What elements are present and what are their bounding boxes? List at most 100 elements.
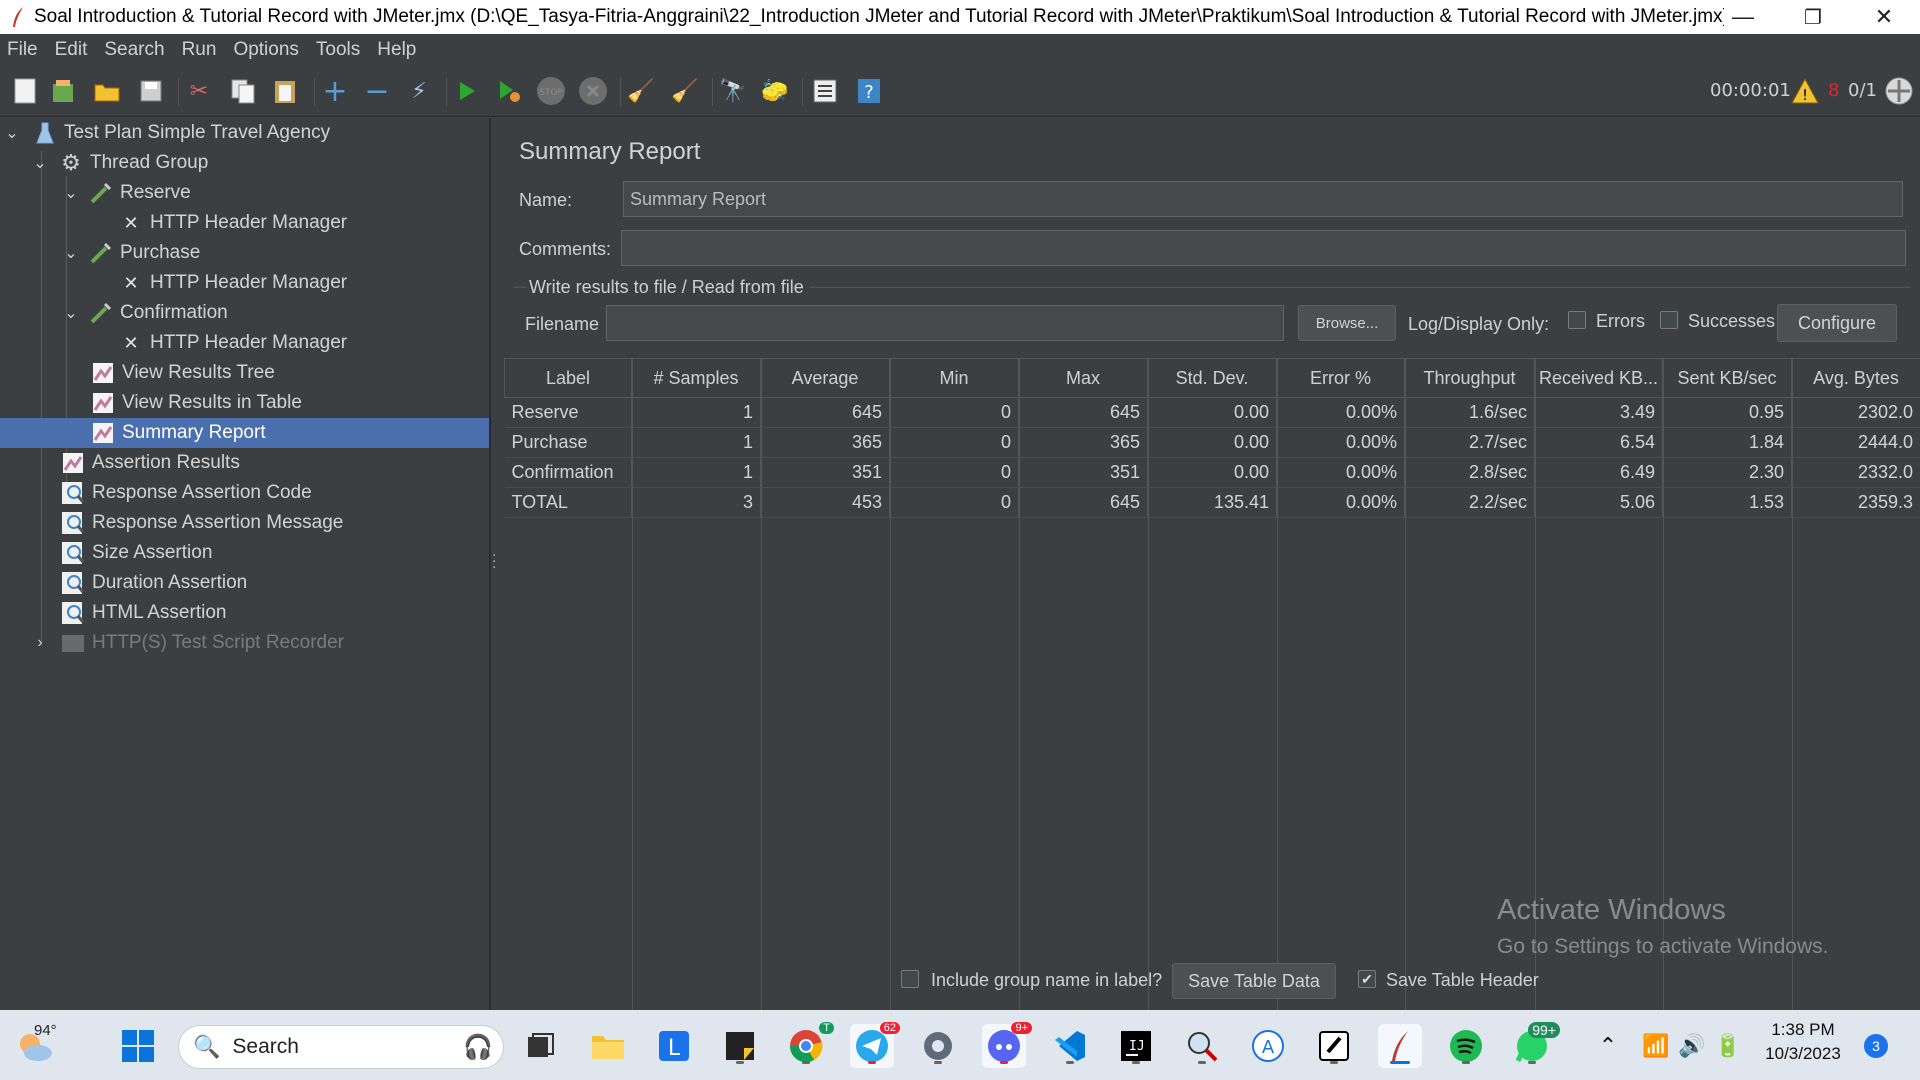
- menu-file[interactable]: File: [7, 39, 38, 61]
- filename-field[interactable]: [606, 305, 1284, 341]
- tree-response-assertion-message[interactable]: Response Assertion Message: [60, 508, 343, 538]
- expand-icon[interactable]: +: [320, 74, 350, 109]
- browse-button[interactable]: Browse...: [1298, 305, 1396, 341]
- menu-options[interactable]: Options: [233, 39, 298, 61]
- name-field[interactable]: Summary Report: [623, 181, 1903, 217]
- column-header[interactable]: Avg. Bytes: [1791, 358, 1920, 398]
- clear-icon[interactable]: 🧹: [626, 76, 656, 106]
- column-header[interactable]: Received KB...: [1534, 358, 1663, 398]
- new-icon[interactable]: [10, 76, 40, 106]
- open-icon[interactable]: [92, 76, 122, 106]
- taskbar-search[interactable]: 🔍 Search 🎧: [178, 1025, 504, 1069]
- tree-reserve-sampler[interactable]: Reserve: [88, 178, 191, 208]
- menu-tools[interactable]: Tools: [316, 39, 360, 61]
- chrome-icon[interactable]: T: [784, 1022, 834, 1068]
- copy-icon[interactable]: [228, 76, 258, 106]
- notion-icon[interactable]: [1312, 1024, 1356, 1068]
- telegram-icon[interactable]: 62: [850, 1022, 900, 1068]
- battery-icon[interactable]: 🔋: [1706, 1024, 1750, 1068]
- shutdown-icon[interactable]: [578, 76, 608, 106]
- tree-response-assertion-code[interactable]: Response Assertion Code: [60, 478, 312, 508]
- chevron-down-icon[interactable]: ⌄: [63, 305, 79, 322]
- tree-reserve-header-manager[interactable]: ✕ HTTP Header Manager: [118, 208, 347, 238]
- remote-globe-icon[interactable]: [1884, 76, 1914, 106]
- jmeter-taskbar-icon[interactable]: [1378, 1024, 1422, 1068]
- windows-start-icon[interactable]: [116, 1024, 160, 1068]
- tree-confirmation-header-manager[interactable]: ✕ HTTP Header Manager: [118, 328, 347, 358]
- reset-search-icon[interactable]: 🧽: [760, 76, 790, 106]
- comments-field[interactable]: [621, 230, 1906, 266]
- clock-time[interactable]: 1:38 PM: [1760, 1020, 1846, 1040]
- chevron-up-icon[interactable]: ⌃: [1586, 1024, 1630, 1068]
- warning-icon[interactable]: !: [1790, 76, 1820, 106]
- tree-size-assertion[interactable]: Size Assertion: [60, 538, 212, 568]
- menu-run[interactable]: Run: [182, 39, 217, 61]
- toggle-icon[interactable]: ⚡: [404, 76, 434, 106]
- menu-help[interactable]: Help: [377, 39, 416, 61]
- sticky-notes-icon[interactable]: [718, 1024, 762, 1068]
- magnifier-app-icon[interactable]: [1180, 1024, 1224, 1068]
- table-row[interactable]: Reserve 1 645 0 645 0.00 0.00% 1.6/sec 3…: [504, 397, 1920, 428]
- column-header[interactable]: Min: [889, 358, 1019, 398]
- vscode-icon[interactable]: [1048, 1024, 1092, 1068]
- paste-icon[interactable]: [270, 76, 300, 106]
- configure-button[interactable]: Configure: [1777, 304, 1897, 342]
- settings-gear-icon[interactable]: [916, 1024, 960, 1068]
- lark-icon[interactable]: L: [652, 1024, 696, 1068]
- tree-test-plan[interactable]: Test Plan Simple Travel Agency: [32, 118, 330, 148]
- file-explorer-icon[interactable]: [586, 1024, 630, 1068]
- tree-purchase-sampler[interactable]: Purchase: [88, 238, 200, 268]
- tree-summary-report[interactable]: Summary Report: [0, 418, 489, 448]
- chevron-down-icon[interactable]: ⌄: [63, 185, 79, 202]
- app-store-icon[interactable]: A: [1246, 1024, 1290, 1068]
- tree-html-assertion[interactable]: HTML Assertion: [60, 598, 226, 628]
- close-button[interactable]: ✕: [1855, 0, 1913, 34]
- column-header[interactable]: Max: [1018, 358, 1148, 398]
- successes-checkbox[interactable]: [1660, 311, 1678, 329]
- minimize-button[interactable]: —: [1714, 0, 1772, 34]
- column-header[interactable]: Sent KB/sec: [1662, 358, 1792, 398]
- start-icon[interactable]: [452, 76, 482, 106]
- cut-icon[interactable]: ✂: [184, 76, 214, 106]
- tree-view-results-tree[interactable]: View Results Tree: [90, 358, 275, 388]
- spotify-icon[interactable]: [1444, 1024, 1488, 1068]
- help-icon[interactable]: ?: [854, 76, 884, 106]
- column-header[interactable]: Label: [504, 358, 632, 398]
- start-no-pauses-icon[interactable]: [494, 76, 524, 106]
- search-binoculars-icon[interactable]: 🔭: [718, 76, 748, 106]
- notification-count[interactable]: 3: [1864, 1034, 1888, 1058]
- column-header[interactable]: Throughput: [1404, 358, 1535, 398]
- column-header[interactable]: Average: [760, 358, 890, 398]
- restore-button[interactable]: ❐: [1784, 0, 1842, 34]
- tree-assertion-results[interactable]: Assertion Results: [60, 448, 240, 478]
- tree-duration-assertion[interactable]: Duration Assertion: [60, 568, 247, 598]
- menu-edit[interactable]: Edit: [55, 39, 88, 61]
- tree-recorder[interactable]: HTTP(S) Test Script Recorder: [60, 628, 344, 658]
- intellij-icon[interactable]: IJ: [1114, 1024, 1158, 1068]
- save-icon[interactable]: [136, 76, 166, 106]
- include-group-checkbox[interactable]: [901, 970, 919, 988]
- chevron-down-icon[interactable]: ⌄: [4, 125, 20, 142]
- splitter-handle[interactable]: · · ·: [492, 549, 498, 577]
- table-row[interactable]: Confirmation 1 351 0 351 0.00 0.00% 2.8/…: [504, 457, 1920, 488]
- clock-date[interactable]: 10/3/2023: [1760, 1044, 1846, 1064]
- discord-icon[interactable]: 9+: [982, 1022, 1032, 1068]
- table-row[interactable]: TOTAL 3 453 0 645 135.41 0.00% 2.2/sec 5…: [504, 487, 1920, 518]
- column-header[interactable]: # Samples: [631, 358, 761, 398]
- tree-confirmation-sampler[interactable]: Confirmation: [88, 298, 228, 328]
- collapse-icon[interactable]: −: [362, 74, 392, 109]
- save-table-header-checkbox[interactable]: ✔: [1358, 970, 1376, 988]
- chevron-right-icon[interactable]: ›: [32, 634, 48, 651]
- task-view-icon[interactable]: [518, 1024, 562, 1068]
- whatsapp-icon[interactable]: 99+: [1510, 1022, 1560, 1068]
- chevron-down-icon[interactable]: ⌄: [32, 155, 48, 172]
- tree-thread-group[interactable]: ⚙ Thread Group: [58, 148, 208, 178]
- clear-all-icon[interactable]: 🧹: [670, 76, 700, 106]
- save-table-data-button[interactable]: Save Table Data: [1172, 963, 1336, 999]
- table-row[interactable]: Purchase 1 365 0 365 0.00 0.00% 2.7/sec …: [504, 427, 1920, 458]
- errors-checkbox[interactable]: [1568, 311, 1586, 329]
- templates-icon[interactable]: [48, 76, 78, 106]
- chevron-down-icon[interactable]: ⌄: [63, 245, 79, 262]
- menu-search[interactable]: Search: [104, 39, 164, 61]
- function-helper-icon[interactable]: [810, 76, 840, 106]
